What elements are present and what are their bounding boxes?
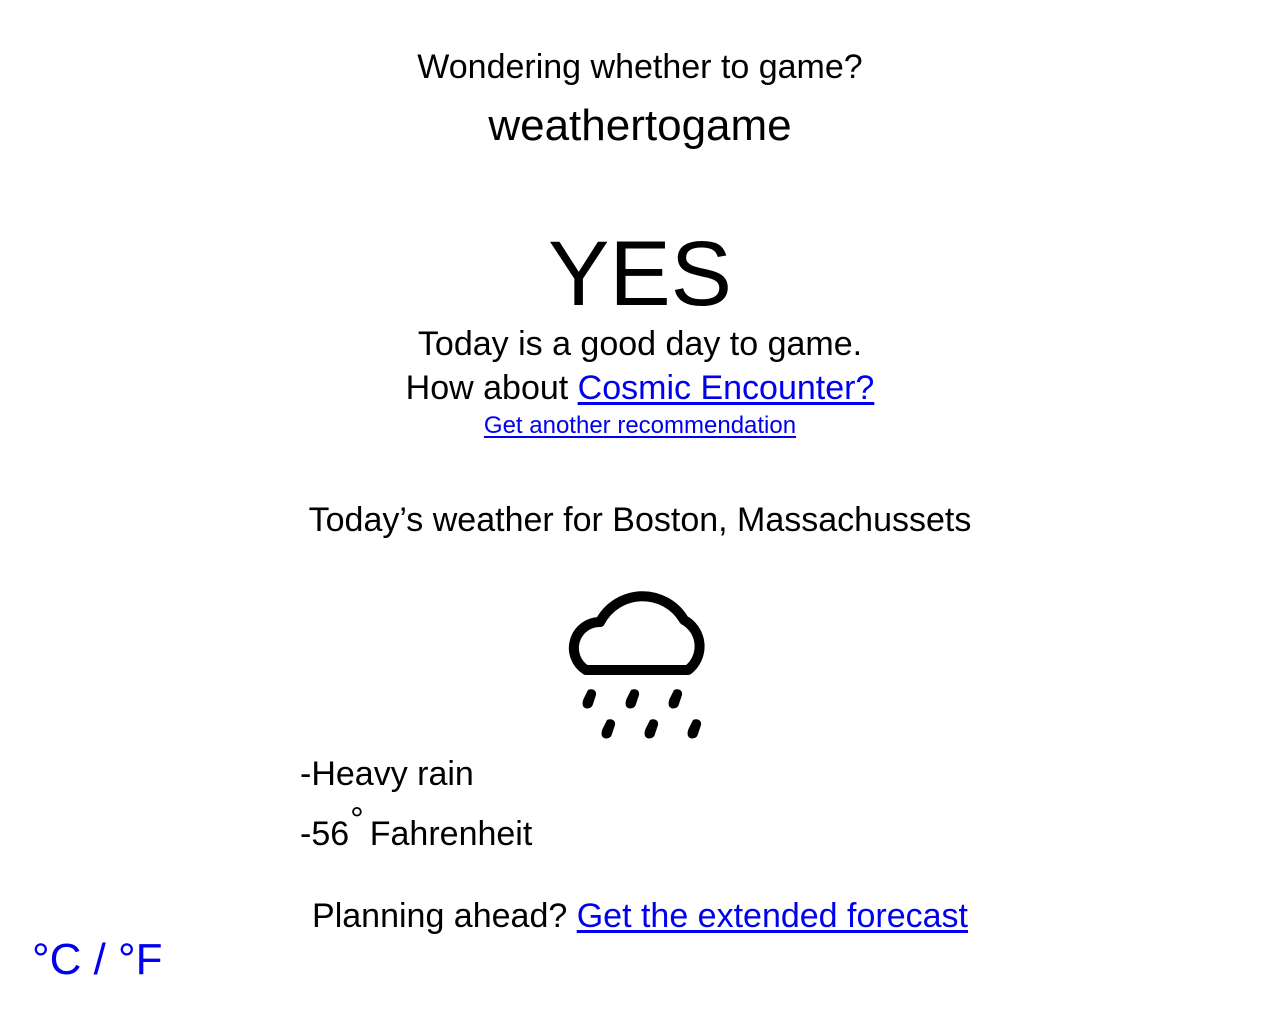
tagline: Wondering whether to game? <box>417 48 863 86</box>
page: Wondering whether to game? weathertogame… <box>0 0 1280 1024</box>
heavy-rain-icon <box>548 574 732 746</box>
another-recommendation: Get another recommendation <box>0 410 1280 442</box>
weather-condition: -Heavy rain <box>300 755 474 793</box>
site-title: weathertogame <box>488 101 792 150</box>
verdict-answer: YES <box>547 223 733 325</box>
weather-temperature: -56° Fahrenheit <box>300 801 533 856</box>
weather-location: Today’s weather for Boston, Massachusset… <box>308 501 972 539</box>
game-suggestion: How about Cosmic Encounter? <box>0 366 1280 410</box>
degree-symbol: ° <box>350 801 364 839</box>
temperature-unit: Fahrenheit <box>369 815 533 853</box>
another-recommendation-link[interactable]: Get another recommendation <box>484 412 796 439</box>
temperature-value: -56 <box>300 815 350 853</box>
unit-toggle-button[interactable]: °C / °F <box>32 934 163 986</box>
planning-ahead: Planning ahead? Get the extended forecas… <box>0 894 1280 938</box>
verdict-message: Today is a good day to game. <box>417 325 863 363</box>
extended-forecast-link[interactable]: Get the extended forecast <box>577 897 968 935</box>
planning-prefix: Planning ahead? <box>312 897 577 935</box>
game-link[interactable]: Cosmic Encounter? <box>578 369 875 407</box>
suggestion-prefix: How about <box>405 369 578 407</box>
